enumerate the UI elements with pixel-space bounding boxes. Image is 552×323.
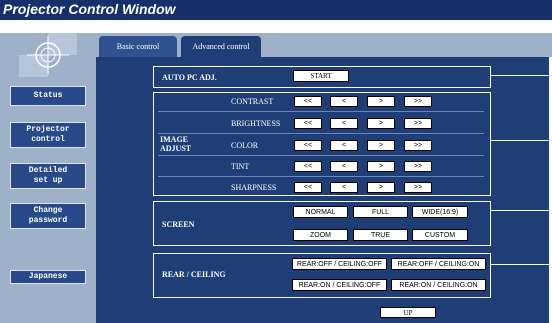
row-divider xyxy=(158,176,484,177)
callout-line xyxy=(491,75,549,76)
color-increase-large-button[interactable]: >> xyxy=(404,140,432,151)
screen-full-button[interactable]: FULL xyxy=(353,206,408,218)
sharpness-decrease-button[interactable]: < xyxy=(330,182,358,193)
screen-custom-button[interactable]: CUSTOM xyxy=(412,229,468,241)
up-button[interactable]: UP xyxy=(380,307,436,318)
rear-on-ceiling-off-button[interactable]: REAR:ON / CEILING:OFF xyxy=(292,279,387,291)
top-band xyxy=(0,20,552,33)
japanese-button[interactable]: Japanese xyxy=(10,270,86,284)
brightness-decrease-button[interactable]: < xyxy=(330,118,358,129)
rear-ceiling-label: REAR / CEILING xyxy=(162,270,226,279)
row-divider xyxy=(158,155,484,156)
change-password-button[interactable]: Change password xyxy=(10,203,86,229)
auto-pc-label: AUTO PC ADJ. xyxy=(162,73,217,82)
row-divider xyxy=(158,111,484,112)
screen-wide-button[interactable]: WIDE(16:9) xyxy=(412,206,468,218)
color-increase-button[interactable]: > xyxy=(367,140,395,151)
contrast-label: CONTRAST xyxy=(231,97,274,106)
tint-increase-button[interactable]: > xyxy=(367,161,395,172)
tab-basic-control[interactable]: Basic control xyxy=(99,36,177,57)
contrast-increase-button[interactable]: > xyxy=(367,96,395,107)
callout-line xyxy=(491,140,549,141)
color-label: COLOR xyxy=(231,141,259,150)
screen-normal-button[interactable]: NORMAL xyxy=(293,206,348,218)
projector-control-button[interactable]: Projector control xyxy=(10,122,86,148)
start-button[interactable]: START xyxy=(293,70,349,82)
tab-advanced-control[interactable]: Advanced control xyxy=(181,36,261,57)
sharpness-decrease-large-button[interactable]: << xyxy=(294,182,322,193)
color-decrease-button[interactable]: < xyxy=(330,140,358,151)
image-adjust-label: IMAGE ADJUST xyxy=(160,135,192,153)
detailed-setup-button[interactable]: Detailed set up xyxy=(10,163,86,189)
rear-off-ceiling-off-button[interactable]: REAR:OFF / CEILING:OFF xyxy=(292,258,387,270)
image-adjust-section xyxy=(153,92,491,196)
tint-increase-large-button[interactable]: >> xyxy=(404,161,432,172)
sharpness-increase-large-button[interactable]: >> xyxy=(404,182,432,193)
window-title: Projector Control Window xyxy=(3,1,176,17)
brightness-increase-button[interactable]: > xyxy=(367,118,395,129)
rear-off-ceiling-on-button[interactable]: REAR:OFF / CEILING:ON xyxy=(391,258,486,270)
sharpness-increase-button[interactable]: > xyxy=(367,182,395,193)
screen-zoom-button[interactable]: ZOOM xyxy=(293,229,348,241)
logo-crosshair-icon xyxy=(19,33,77,77)
contrast-decrease-large-button[interactable]: << xyxy=(294,96,322,107)
row-divider xyxy=(158,133,484,134)
color-decrease-large-button[interactable]: << xyxy=(294,140,322,151)
contrast-increase-large-button[interactable]: >> xyxy=(404,96,432,107)
brightness-label: BRIGHTNESS xyxy=(231,119,281,128)
callout-line xyxy=(491,264,549,265)
status-button[interactable]: Status xyxy=(10,86,86,106)
screen-label: SCREEN xyxy=(162,220,195,229)
tint-decrease-button[interactable]: < xyxy=(330,161,358,172)
tint-label: TINT xyxy=(231,162,250,171)
rear-on-ceiling-on-button[interactable]: REAR:ON / CEILING:ON xyxy=(391,279,486,291)
brightness-increase-large-button[interactable]: >> xyxy=(404,118,432,129)
callout-line xyxy=(491,210,549,211)
contrast-decrease-button[interactable]: < xyxy=(330,96,358,107)
tint-decrease-large-button[interactable]: << xyxy=(294,161,322,172)
sharpness-label: SHARPNESS xyxy=(231,183,277,192)
brightness-decrease-large-button[interactable]: << xyxy=(294,118,322,129)
screen-true-button[interactable]: TRUE xyxy=(353,229,408,241)
